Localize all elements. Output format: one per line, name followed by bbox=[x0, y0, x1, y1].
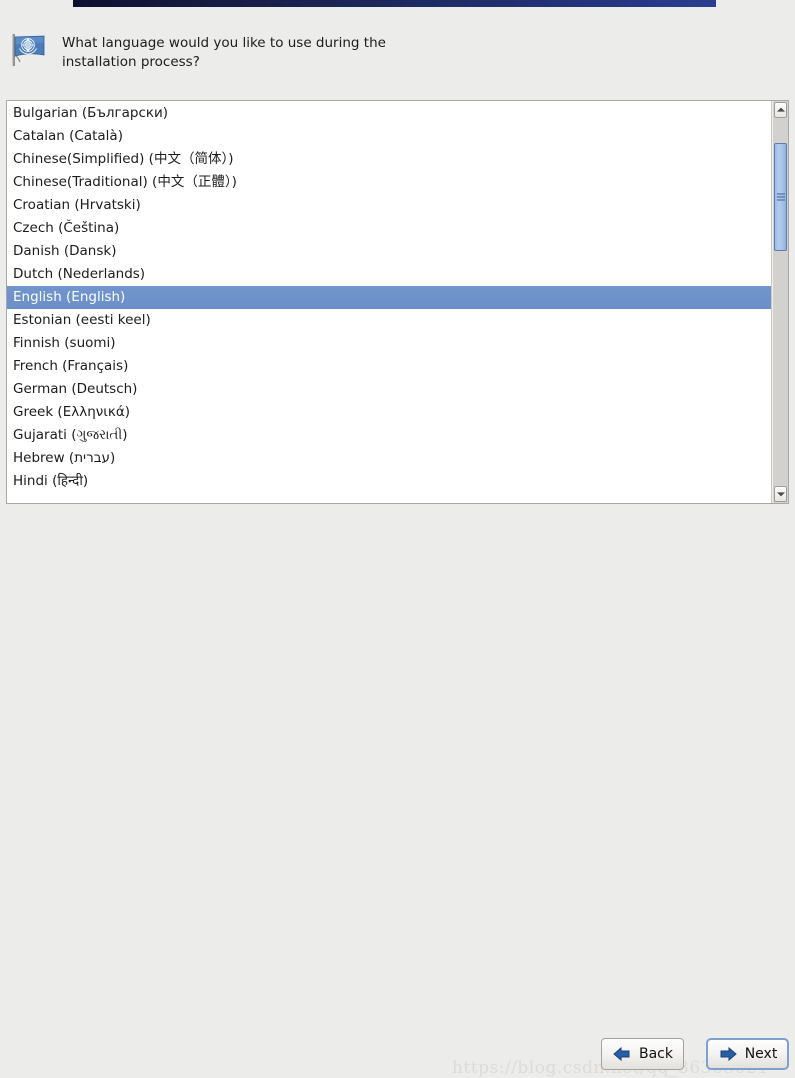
list-item[interactable]: Finnish (suomi) bbox=[7, 332, 771, 355]
list-item[interactable]: Gujarati (ગુજરાતી) bbox=[7, 424, 771, 447]
prompt-header: What language would you like to use duri… bbox=[0, 28, 795, 86]
scrollbar-thumb[interactable] bbox=[774, 143, 787, 251]
list-item[interactable]: Dutch (Nederlands) bbox=[7, 263, 771, 286]
list-item[interactable]: French (Français) bbox=[7, 355, 771, 378]
list-item[interactable]: German (Deutsch) bbox=[7, 378, 771, 401]
chevron-up-icon bbox=[776, 107, 785, 112]
list-item[interactable]: English (English) bbox=[7, 286, 771, 309]
language-list-frame: Bulgarian (Български) Catalan (Català) Chi… bbox=[6, 100, 789, 504]
list-item[interactable]: Danish (Dansk) bbox=[7, 240, 771, 263]
back-button-label: Back bbox=[639, 1046, 673, 1062]
back-button[interactable]: Back bbox=[601, 1038, 684, 1070]
list-item[interactable]: Chinese(Simplified) (中文（简体）) bbox=[7, 148, 771, 171]
title-accent-bar bbox=[73, 0, 716, 7]
arrow-left-icon bbox=[612, 1046, 632, 1062]
next-button[interactable]: Next bbox=[706, 1038, 789, 1070]
list-item[interactable]: Czech (Čeština) bbox=[7, 217, 771, 240]
chevron-down-icon bbox=[776, 492, 785, 497]
list-item[interactable]: Hindi (हिन्दी) bbox=[7, 470, 771, 493]
scroll-down-button[interactable] bbox=[774, 486, 787, 502]
list-item[interactable]: Bulgarian (Български) bbox=[7, 102, 771, 125]
list-item[interactable]: Chinese(Traditional) (中文（正體）) bbox=[7, 171, 771, 194]
scroll-up-button[interactable] bbox=[774, 102, 787, 118]
scrollbar-track[interactable] bbox=[773, 119, 788, 485]
next-button-label: Next bbox=[744, 1046, 778, 1062]
footer-bar: https://blog.csdn.net/qq_36363021 Back N… bbox=[0, 510, 795, 1078]
list-item[interactable]: Estonian (eesti keel) bbox=[7, 309, 771, 332]
list-item[interactable]: Hebrew (עברית) bbox=[7, 447, 771, 470]
list-item[interactable]: Croatian (Hrvatski) bbox=[7, 194, 771, 217]
vertical-scrollbar[interactable] bbox=[772, 101, 788, 503]
arrow-right-icon bbox=[718, 1046, 738, 1062]
list-item[interactable]: Catalan (Català) bbox=[7, 125, 771, 148]
language-list[interactable]: Bulgarian (Български) Catalan (Català) Chi… bbox=[7, 101, 772, 503]
grip-lines-icon bbox=[776, 193, 785, 201]
un-flag-icon bbox=[8, 30, 48, 70]
page-title: What language would you like to use duri… bbox=[62, 35, 386, 70]
list-item[interactable]: Greek (Ελληνικά) bbox=[7, 401, 771, 424]
